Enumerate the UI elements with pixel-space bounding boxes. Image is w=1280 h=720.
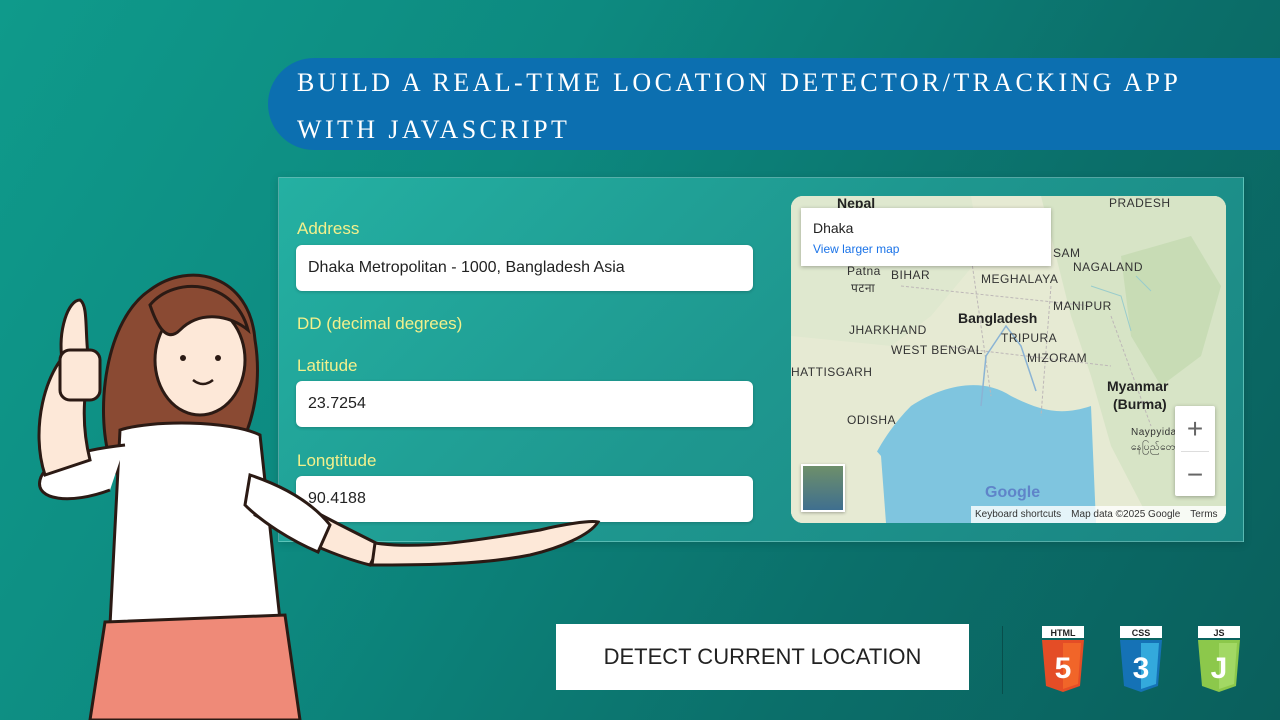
badge-divider bbox=[1002, 626, 1003, 694]
css3-label: CSS bbox=[1132, 628, 1151, 638]
map-label-west-bengal: WEST BENGAL bbox=[891, 343, 983, 357]
html5-icon: HTML 5 bbox=[1042, 626, 1084, 692]
zoom-out-button[interactable]: − bbox=[1175, 452, 1215, 497]
terms-link[interactable]: Terms bbox=[1190, 509, 1217, 520]
map-label-mizoram: MIZORAM bbox=[1027, 351, 1088, 365]
view-larger-map-link[interactable]: View larger map bbox=[813, 242, 899, 256]
css3-digit: 3 bbox=[1133, 652, 1150, 685]
map-label-chhattisgarh: HATTISGARH bbox=[791, 365, 873, 379]
js-label: JS bbox=[1213, 628, 1224, 638]
map-info-box: Dhaka View larger map bbox=[801, 208, 1051, 266]
map-footer: Keyboard shortcuts Map data ©2025 Google… bbox=[971, 506, 1226, 523]
map-label-patna-local: पटना bbox=[851, 281, 876, 295]
map-data-attribution: Map data ©2025 Google bbox=[1071, 509, 1181, 520]
map-label-pradesh: PRADESH bbox=[1109, 196, 1171, 210]
html5-label: HTML bbox=[1051, 628, 1076, 638]
map-label-sam: SAM bbox=[1053, 246, 1081, 260]
map-zoom-controls: + − bbox=[1175, 406, 1215, 496]
map-label-tripura: TRIPURA bbox=[1001, 331, 1058, 345]
map-label-jharkhand: JHARKHAND bbox=[849, 323, 927, 337]
map-type-toggle[interactable] bbox=[801, 464, 845, 512]
girl-illustration bbox=[37, 273, 601, 720]
google-logo: Google bbox=[985, 484, 1041, 501]
title-banner: BUILD A REAL-TIME LOCATION DETECTOR/TRAC… bbox=[268, 58, 1280, 150]
detect-location-button[interactable]: DETECT CURRENT LOCATION bbox=[556, 624, 969, 690]
js-icon: JS J bbox=[1198, 626, 1240, 692]
css3-icon: CSS 3 bbox=[1120, 626, 1162, 692]
map-label-patna: Patna bbox=[847, 264, 881, 278]
map-label-bangladesh: Bangladesh bbox=[958, 310, 1038, 326]
zoom-in-button[interactable]: + bbox=[1175, 406, 1215, 451]
map-info-title: Dhaka bbox=[813, 220, 854, 236]
map-label-meghalaya: MEGHALAYA bbox=[981, 272, 1059, 286]
map-label-manipur: MANIPUR bbox=[1053, 299, 1112, 313]
js-digit: J bbox=[1211, 652, 1228, 685]
html5-digit: 5 bbox=[1055, 652, 1072, 685]
map-label-bihar: BIHAR bbox=[891, 268, 931, 282]
address-label: Address bbox=[297, 219, 360, 238]
title-line-2: WITH JAVASCRIPT bbox=[297, 115, 571, 144]
keyboard-shortcuts-link[interactable]: Keyboard shortcuts bbox=[975, 509, 1061, 520]
embedded-map[interactable]: Nepal PRADESH SAM Patna पटना BIHAR MEGHA… bbox=[791, 196, 1226, 523]
map-label-nagaland: NAGALAND bbox=[1073, 260, 1144, 274]
map-label-odisha: ODISHA bbox=[847, 413, 897, 427]
map-label-burma: (Burma) bbox=[1113, 396, 1167, 412]
map-label-myanmar: Myanmar bbox=[1107, 378, 1169, 394]
title-line-1: BUILD A REAL-TIME LOCATION DETECTOR/TRAC… bbox=[297, 68, 1182, 97]
map-label-naypyidaw-local: နေပြည်တော် bbox=[1131, 442, 1180, 453]
